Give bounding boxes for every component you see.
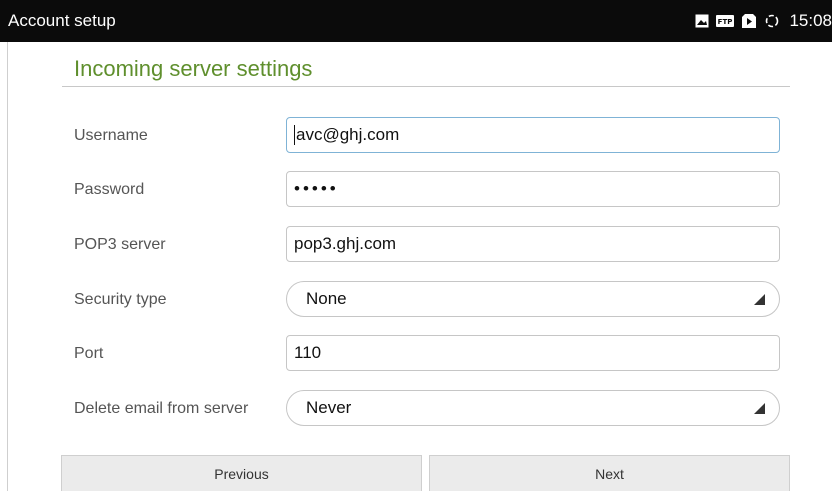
security-type-row: Security type None: [74, 280, 784, 320]
username-input[interactable]: avc@ghj.com: [286, 117, 780, 153]
next-button[interactable]: Next: [429, 455, 790, 491]
username-value: avc@ghj.com: [296, 125, 400, 144]
text-cursor: [294, 125, 295, 145]
download-icon: [741, 13, 757, 29]
password-input[interactable]: •••••: [286, 171, 780, 207]
section-divider: [62, 86, 790, 87]
security-type-label: Security type: [74, 291, 167, 308]
pop3-server-label: POP3 server: [74, 236, 166, 253]
clock: 15:08: [789, 11, 832, 30]
port-row: Port 110: [74, 334, 784, 374]
dropdown-arrow-icon: [754, 294, 765, 305]
security-type-value: None: [306, 289, 347, 308]
pop3-server-value: pop3.ghj.com: [294, 234, 397, 253]
previous-button[interactable]: Previous: [61, 455, 422, 491]
security-type-select[interactable]: None: [286, 281, 780, 317]
next-button-label: Next: [595, 465, 624, 482]
status-icons: FTP 15:08: [695, 0, 832, 42]
port-label: Port: [74, 345, 104, 362]
delete-email-select[interactable]: Never: [286, 390, 780, 426]
port-input[interactable]: 110: [286, 335, 780, 371]
password-value: •••••: [294, 179, 339, 198]
pop3-server-row: POP3 server pop3.ghj.com: [74, 225, 784, 265]
port-value: 110: [294, 343, 322, 362]
pop3-server-input[interactable]: pop3.ghj.com: [286, 226, 780, 262]
delete-email-value: Never: [306, 398, 352, 417]
password-row: Password •••••: [74, 170, 784, 210]
delete-email-label: Delete email from server: [74, 400, 249, 417]
status-bar: Account setup FTP 15:08: [0, 0, 832, 42]
password-label: Password: [74, 181, 145, 198]
section-title: Incoming server settings: [74, 56, 313, 81]
delete-email-row: Delete email from server Never: [74, 389, 784, 429]
image-icon: [695, 14, 709, 28]
left-divider: [7, 42, 8, 491]
window-title: Account setup: [8, 11, 116, 30]
previous-button-label: Previous: [214, 465, 269, 482]
dropdown-arrow-icon: [754, 403, 765, 414]
ftp-icon-label: FTP: [718, 18, 733, 26]
username-row: Username avc@ghj.com: [74, 116, 784, 156]
sync-icon: [764, 13, 780, 29]
username-label: Username: [74, 127, 148, 144]
ftp-icon: FTP: [716, 14, 735, 28]
